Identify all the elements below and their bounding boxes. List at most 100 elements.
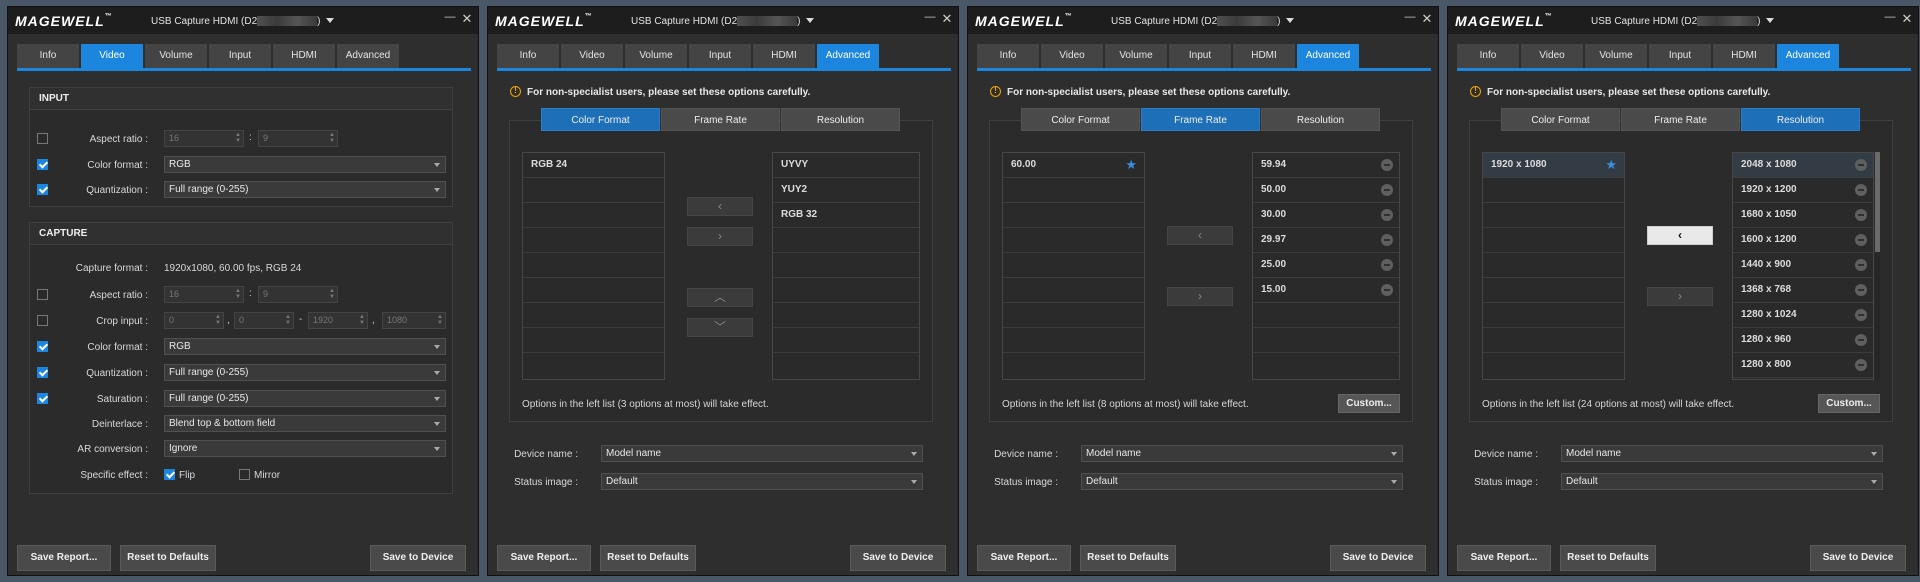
move-left-button[interactable]: ‹ [1167,226,1233,245]
tab-volume[interactable]: Volume [1585,44,1647,68]
capture-color-select[interactable]: RGB [164,338,446,355]
move-right-button[interactable]: › [1647,287,1713,306]
scrollbar-thumb[interactable] [1875,152,1880,252]
chevron-down-icon[interactable] [806,18,814,23]
tab-input[interactable]: Input [1649,44,1711,68]
status-image-select[interactable]: Default [1561,473,1883,490]
minimize-button[interactable]: — [444,12,456,25]
subtab-resolution[interactable]: Resolution [781,108,900,131]
crop-input-checkbox[interactable] [37,315,48,326]
list-item[interactable]: 29.97 [1253,228,1399,253]
list-item[interactable]: 1680 x 1050 [1733,203,1873,228]
remove-icon[interactable] [1855,209,1867,221]
subtab-color-format[interactable]: Color Format [1021,108,1140,131]
tab-input[interactable]: Input [689,44,751,68]
tab-info[interactable]: Info [497,44,559,68]
close-button[interactable]: ✕ [461,12,473,26]
save-report-button[interactable]: Save Report... [17,545,111,571]
reset-defaults-button[interactable]: Reset to Defaults [600,545,696,571]
crop-x-field[interactable]: 0 ▲ ▼ [164,312,224,329]
list-item[interactable]: 60.00 ★ [1003,153,1144,178]
tab-hdmi[interactable]: HDMI [1713,44,1775,68]
remove-icon[interactable] [1855,234,1867,246]
list-item[interactable]: 25.00 [1253,253,1399,278]
tab-advanced[interactable]: Advanced [1777,44,1839,68]
list-item[interactable]: UYVY [773,153,919,178]
remove-icon[interactable] [1855,259,1867,271]
available-framerates-list[interactable]: 59.94 50.00 30.00 29.97 25.00 15.00 [1252,152,1400,380]
subtab-frame-rate[interactable]: Frame Rate [1621,108,1740,131]
saturation-checkbox[interactable] [37,393,48,404]
subtab-color-format[interactable]: Color Format [541,108,660,131]
title-bar[interactable]: MAGEWELL™ USB Capture HDMI (D2) — ✕ [1448,7,1918,34]
tab-video[interactable]: Video [81,44,143,68]
reset-defaults-button[interactable]: Reset to Defaults [1080,545,1176,571]
minimize-button[interactable]: — [1884,12,1896,25]
capture-aspect-width[interactable]: 16 ▲ ▼ [164,286,244,303]
device-name-select[interactable]: Model name [601,445,923,462]
minimize-button[interactable]: — [1404,12,1416,25]
list-item[interactable]: 1280 x 1024 [1733,303,1873,328]
tab-info[interactable]: Info [17,44,79,68]
save-to-device-button[interactable]: Save to Device [850,545,946,571]
remove-icon[interactable] [1855,334,1867,346]
close-button[interactable]: ✕ [1421,12,1433,26]
tab-volume[interactable]: Volume [145,44,207,68]
move-right-button[interactable]: › [1167,287,1233,306]
quantization-select[interactable]: Full range (0-255) [164,181,446,198]
list-item[interactable]: 1600 x 1200 [1733,228,1873,253]
move-right-button[interactable]: › [687,227,753,246]
crop-height-field[interactable]: 1080 ▲ ▼ [382,312,446,329]
device-selector[interactable]: USB Capture HDMI (D2) [1591,16,1760,27]
tab-volume[interactable]: Volume [1105,44,1167,68]
saturation-select[interactable]: Full range (0-255) [164,390,446,407]
tab-info[interactable]: Info [1457,44,1519,68]
active-formats-list[interactable]: RGB 24 [522,152,665,380]
chevron-down-icon[interactable] [326,18,334,23]
aspect-height-field[interactable]: 9 ▲ ▼ [258,130,338,147]
move-left-button[interactable]: ‹ [687,197,753,216]
subtab-resolution[interactable]: Resolution [1741,108,1860,131]
move-up-button[interactable]: ︿ [687,288,753,307]
tab-advanced[interactable]: Advanced [337,44,399,68]
save-report-button[interactable]: Save Report... [497,545,591,571]
remove-icon[interactable] [1855,284,1867,296]
tab-info[interactable]: Info [977,44,1039,68]
minimize-button[interactable]: — [924,12,936,25]
remove-icon[interactable] [1381,234,1393,246]
remove-icon[interactable] [1855,359,1867,371]
mirror-checkbox[interactable] [239,469,250,480]
remove-icon[interactable] [1855,309,1867,321]
close-button[interactable]: ✕ [1901,12,1913,26]
capture-quant-checkbox[interactable] [37,367,48,378]
list-item[interactable]: RGB 32 [773,203,919,228]
capture-color-checkbox[interactable] [37,341,48,352]
device-name-select[interactable]: Model name [1561,445,1883,462]
save-report-button[interactable]: Save Report... [1457,545,1551,571]
remove-icon[interactable] [1381,259,1393,271]
save-report-button[interactable]: Save Report... [977,545,1071,571]
chevron-down-icon[interactable] [1766,18,1774,23]
crop-y-field[interactable]: 0 ▲ ▼ [234,312,294,329]
color-format-select[interactable]: RGB [164,156,446,173]
tab-video[interactable]: Video [1041,44,1103,68]
list-item[interactable]: 1280 x 800 [1733,353,1873,378]
tab-volume[interactable]: Volume [625,44,687,68]
custom-button[interactable]: Custom... [1338,394,1400,413]
crop-width-field[interactable]: 1920 ▲ ▼ [308,312,368,329]
save-to-device-button[interactable]: Save to Device [1810,545,1906,571]
subtab-resolution[interactable]: Resolution [1261,108,1380,131]
list-item[interactable]: 30.00 [1253,203,1399,228]
ar-conversion-select[interactable]: Ignore [164,440,446,457]
capture-quant-select[interactable]: Full range (0-255) [164,364,446,381]
list-item[interactable]: 15.00 [1253,278,1399,303]
reset-defaults-button[interactable]: Reset to Defaults [1560,545,1656,571]
list-scrollbar[interactable] [1875,152,1880,380]
list-item[interactable]: RGB 24 [523,153,664,178]
aspect-ratio-checkbox[interactable] [37,133,48,144]
close-button[interactable]: ✕ [941,12,953,26]
capture-aspect-height[interactable]: 9 ▲ ▼ [258,286,338,303]
tab-input[interactable]: Input [209,44,271,68]
move-down-button[interactable]: ﹀ [687,318,753,337]
device-selector[interactable]: USB Capture HDMI (D2) [151,16,320,27]
